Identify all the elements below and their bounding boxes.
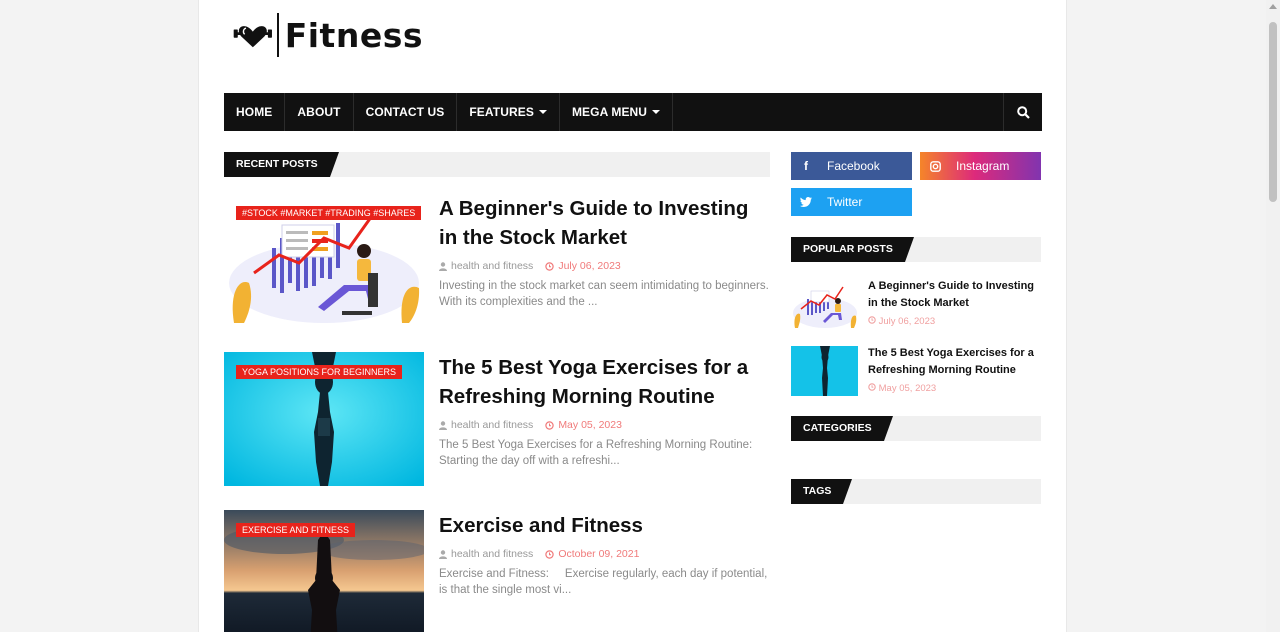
twitter-icon	[791, 197, 821, 207]
popular-post-thumbnail[interactable]	[791, 346, 858, 396]
post-date: May 05, 2023	[558, 419, 622, 431]
user-icon	[439, 420, 447, 430]
post-author[interactable]: health and fitness	[451, 419, 533, 431]
nav-label: ABOUT	[297, 105, 341, 119]
nav-item-mega-menu[interactable]: MEGA MENU	[560, 93, 674, 131]
twitter-button[interactable]: Twitter	[791, 188, 912, 216]
instagram-button[interactable]: Instagram	[920, 152, 1041, 180]
nav-item-home[interactable]: HOME	[224, 93, 286, 131]
popular-posts-header: POPULAR POSTS	[791, 237, 1041, 262]
social-label: Facebook	[827, 159, 880, 173]
clock-icon	[545, 420, 555, 430]
user-icon	[439, 261, 447, 271]
post-snippet: Exercise and Fitness: Exercise regularly…	[439, 568, 771, 596]
post-meta: health and fitness May 05, 2023	[439, 419, 622, 431]
yoga-photo	[791, 346, 858, 396]
post-meta: health and fitness July 06, 2023	[439, 260, 621, 272]
instagram-icon	[920, 160, 950, 172]
clock-icon	[868, 316, 876, 324]
caret-down-icon	[652, 110, 661, 114]
post-title[interactable]: A Beginner's Guide to Investing in the S…	[439, 194, 769, 252]
nav-item-contact-us[interactable]: CONTACT US	[354, 93, 458, 131]
social-label: Twitter	[827, 195, 863, 209]
nav-item-features[interactable]: FEATURES	[457, 93, 560, 131]
popular-post-meta: July 06, 2023	[868, 316, 935, 327]
categories-header: CATEGORIES	[791, 416, 1041, 441]
page-container: Fitness HOME ABOUT CONTACT US FEATURES M…	[198, 0, 1067, 632]
site-logo[interactable]: Fitness	[233, 12, 423, 58]
post-title[interactable]: Exercise and Fitness	[439, 511, 769, 540]
nav-label: FEATURES	[469, 105, 534, 119]
facebook-button[interactable]: f Facebook	[791, 152, 912, 180]
post-author[interactable]: health and fitness	[451, 548, 533, 560]
clock-icon	[868, 383, 876, 391]
post-category-label[interactable]: EXERCISE AND FITNESS	[236, 523, 356, 537]
logo-divider	[276, 13, 279, 57]
scroll-up-arrow-icon[interactable]	[1269, 4, 1277, 9]
popular-post-date: July 06, 2023	[878, 316, 936, 327]
popular-post-item: The 5 Best Yoga Exercises for a Refreshi…	[791, 346, 1041, 396]
search-button[interactable]	[1003, 93, 1042, 131]
post-date: October 09, 2021	[558, 548, 640, 560]
popular-post-thumbnail[interactable]	[791, 279, 858, 329]
post-category-label[interactable]: #STOCK #MARKET #TRADING #SHARES	[236, 206, 422, 220]
post-card: #STOCK #MARKET #TRADING #SHARES A Beginn…	[224, 193, 770, 327]
page-scrollbar[interactable]	[1266, 0, 1280, 632]
post-author[interactable]: health and fitness	[451, 260, 533, 272]
search-icon	[1016, 105, 1030, 119]
user-icon	[439, 549, 447, 559]
recent-posts-header: RECENT POSTS	[224, 152, 770, 177]
popular-post-date: May 05, 2023	[878, 383, 937, 394]
popular-post-title[interactable]: A Beginner's Guide to Investing in the S…	[868, 278, 1038, 311]
nav-label: MEGA MENU	[571, 105, 648, 119]
post-thumbnail-exercise[interactable]: EXERCISE AND FITNESS	[224, 510, 424, 632]
stock-market-illustration	[791, 279, 858, 329]
post-thumbnail-yoga[interactable]: YOGA POSITIONS FOR BEGINNERS	[224, 352, 424, 486]
heart-dumbbell-icon	[233, 26, 272, 48]
post-card: EXERCISE AND FITNESS Exercise and Fitnes…	[224, 510, 770, 632]
main-nav: HOME ABOUT CONTACT US FEATURES MEGA MENU	[224, 93, 1042, 131]
nav-label: HOME	[236, 105, 273, 119]
categories-title: CATEGORIES	[791, 416, 893, 441]
post-date: July 06, 2023	[558, 260, 621, 272]
popular-posts-title: POPULAR POSTS	[791, 237, 914, 262]
post-snippet: Investing in the stock market can seem i…	[439, 280, 769, 308]
post-thumbnail-stock[interactable]: #STOCK #MARKET #TRADING #SHARES	[224, 193, 424, 327]
popular-post-item: A Beginner's Guide to Investing in the S…	[791, 279, 1041, 329]
scrollbar-thumb[interactable]	[1269, 22, 1277, 202]
nav-label: CONTACT US	[365, 105, 445, 119]
post-title[interactable]: The 5 Best Yoga Exercises for a Refreshi…	[439, 353, 769, 411]
clock-icon	[545, 261, 555, 271]
post-card: YOGA POSITIONS FOR BEGINNERS The 5 Best …	[224, 352, 770, 486]
popular-post-meta: May 05, 2023	[868, 383, 936, 394]
tags-header: TAGS	[791, 479, 1041, 504]
post-category-label[interactable]: YOGA POSITIONS FOR BEGINNERS	[236, 365, 403, 379]
post-snippet: The 5 Best Yoga Exercises for a Refreshi…	[439, 439, 753, 467]
caret-down-icon	[538, 110, 547, 114]
site-name: Fitness	[284, 15, 423, 55]
post-meta: health and fitness October 09, 2021	[439, 548, 639, 560]
nav-item-about[interactable]: ABOUT	[285, 93, 354, 131]
facebook-icon: f	[804, 159, 808, 173]
tags-title: TAGS	[791, 479, 853, 504]
social-label: Instagram	[956, 159, 1010, 173]
recent-posts-title: RECENT POSTS	[224, 152, 339, 177]
popular-post-title[interactable]: The 5 Best Yoga Exercises for a Refreshi…	[868, 345, 1038, 378]
clock-icon	[545, 549, 555, 559]
